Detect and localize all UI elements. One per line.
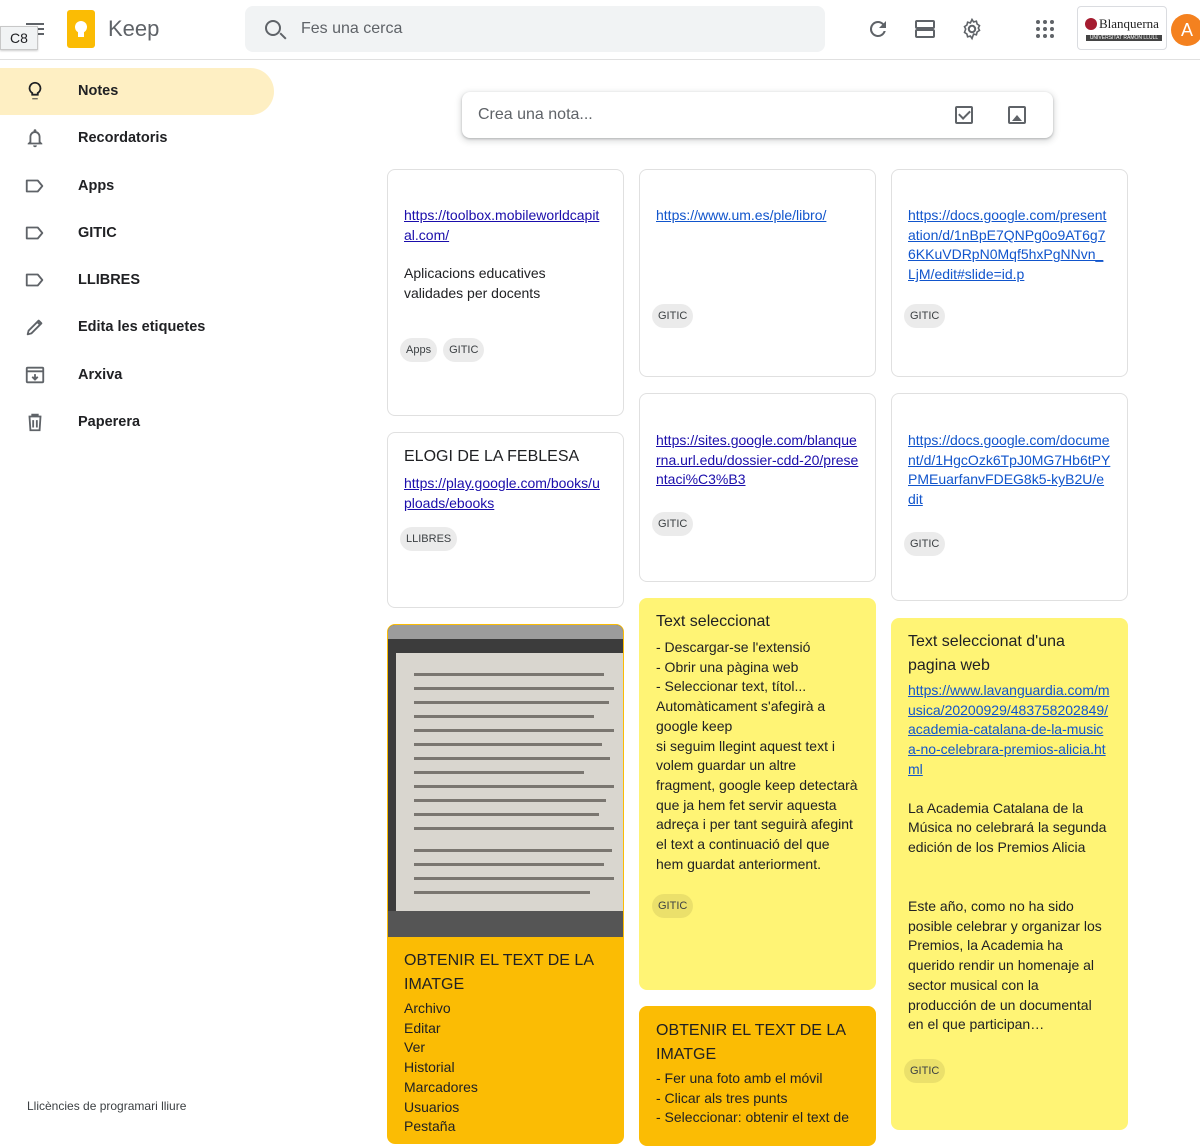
sidebar-item-llibres[interactable]: LLIBRES	[0, 257, 274, 304]
sidebar-item-reminders[interactable]: Recordatoris	[0, 115, 274, 162]
sidebar-item-label: Paperera	[78, 414, 141, 431]
note-card[interactable]: OBTENIR EL TEXT DE LA IMATGE Archivo Edi…	[387, 624, 624, 1144]
label-chip[interactable]: Apps	[400, 337, 438, 362]
photo-newspaper-page	[396, 653, 623, 923]
sidebar-item-apps[interactable]: Apps	[0, 163, 274, 210]
sidebar-item-label: Recordatoris	[78, 130, 168, 147]
note-link[interactable]: https://www.um.es/ple/libro/	[640, 206, 875, 226]
note-body: Archivo Editar Ver Historial Marcadores …	[404, 1000, 478, 1135]
note-link[interactable]: https://toolbox.mobileworldcapital.com/	[388, 206, 623, 245]
note-card[interactable]: OBTENIR EL TEXT DE LA IMATGE - Fer una f…	[639, 1006, 876, 1146]
note-labels: GITIC	[640, 303, 875, 328]
note-link[interactable]: https://sites.google.com/blanquerna.url.…	[640, 431, 875, 490]
note-title: Text seleccionat	[656, 613, 770, 630]
avatar[interactable]: A	[1171, 14, 1200, 46]
note-body: Aplicacions educatives validades per doc…	[404, 265, 546, 302]
organization-logo-icon	[1085, 18, 1097, 30]
label-icon	[25, 179, 44, 193]
label-chip[interactable]: GITIC	[652, 512, 694, 537]
label-chip[interactable]: GITIC	[904, 303, 946, 328]
open-source-licenses-link[interactable]: Llicències de programari lliure	[27, 1099, 186, 1113]
label-chip[interactable]: GITIC	[652, 894, 694, 919]
google-apps-icon[interactable]	[1033, 17, 1057, 41]
bell-icon	[27, 129, 43, 148]
note-labels: LLIBRES	[388, 527, 623, 552]
sidebar-item-label: Edita les etiquetes	[78, 319, 206, 336]
note-body: - Fer una foto amb el móvil - Clicar als…	[656, 1070, 849, 1126]
label-chip[interactable]: GITIC	[904, 531, 946, 556]
note-body: La Academia Catalana de la Música no cel…	[908, 799, 1107, 1033]
note-labels: GITIC	[892, 1058, 1127, 1083]
note-labels: GITIC	[892, 303, 1127, 328]
note-title: OBTENIR EL TEXT DE LA IMATGE	[404, 952, 594, 993]
note-labels: GITIC	[892, 531, 1127, 556]
note-labels: GITIC	[640, 512, 875, 537]
label-chip[interactable]: LLIBRES	[400, 527, 458, 552]
note-link[interactable]: https://play.google.com/books/uploads/eb…	[388, 474, 623, 513]
sidebar-item-notes[interactable]: Notes	[0, 68, 274, 116]
note-link[interactable]: https://docs.google.com/document/d/1HgcO…	[892, 431, 1127, 510]
organization-badge[interactable]: Blanquerna UNIVERSITAT RAMON LLULL	[1077, 6, 1167, 50]
label-chip[interactable]: GITIC	[652, 303, 694, 328]
note-labels: GITIC	[640, 894, 875, 919]
organization-subtitle: UNIVERSITAT RAMON LLULL	[1086, 35, 1162, 41]
keep-logo-icon	[67, 10, 95, 48]
note-card[interactable]: Text seleccionat - Descargar-se l'extens…	[639, 598, 876, 990]
photo-menubar	[388, 625, 623, 639]
gear-icon[interactable]	[960, 17, 984, 41]
note-link[interactable]: https://docs.google.com/presentation/d/1…	[892, 206, 1127, 285]
top-bar: C8 Keep Blanquerna UNIVERSITAT RAMON LLU…	[0, 0, 1200, 60]
sidebar-item-label: LLIBRES	[78, 272, 141, 289]
take-note-input[interactable]	[478, 92, 938, 138]
note-title: OBTENIR EL TEXT DE LA IMATGE	[656, 1022, 846, 1063]
note-card[interactable]: https://docs.google.com/presentation/d/1…	[891, 169, 1128, 377]
archive-icon	[25, 366, 45, 384]
sidebar-item-label: GITIC	[78, 224, 117, 241]
search-bar[interactable]	[245, 6, 825, 52]
note-labels: Apps GITIC	[388, 337, 623, 362]
app-name: Keep	[108, 16, 160, 41]
image-icon[interactable]	[1008, 106, 1026, 124]
photo-dock	[388, 911, 623, 937]
label-chip[interactable]: GITIC	[443, 337, 485, 362]
note-card[interactable]: Text seleccionat d'una pagina web https:…	[891, 618, 1128, 1130]
trash-icon	[28, 413, 42, 432]
search-input[interactable]	[301, 6, 801, 52]
label-icon	[25, 226, 44, 240]
sidebar-item-archive[interactable]: Arxiva	[0, 352, 274, 399]
lightbulb-icon	[28, 81, 42, 100]
take-note-bar[interactable]	[462, 92, 1053, 138]
note-title: ELOGI DE LA FEBLESA	[404, 448, 580, 465]
sidebar-item-edit-labels[interactable]: Edita les etiquetes	[0, 304, 274, 351]
cell-reference-tooltip: C8	[0, 26, 38, 50]
search-icon[interactable]	[265, 20, 281, 36]
note-body: - Descargar-se l'extensió - Obrir una pà…	[656, 639, 858, 872]
label-icon	[25, 273, 44, 287]
sidebar-item-label: Notes	[78, 83, 119, 99]
pencil-icon	[26, 320, 43, 336]
note-link[interactable]: https://www.lavanguardia.com/musica/2020…	[892, 681, 1127, 780]
note-card[interactable]: https://www.um.es/ple/libro/ GITIC	[639, 169, 876, 377]
note-card[interactable]: https://sites.google.com/blanquerna.url.…	[639, 393, 876, 582]
sidebar: Notes Recordatoris Apps GITIC LLIBRES Ed…	[0, 68, 280, 446]
sidebar-item-label: Apps	[78, 177, 115, 194]
sidebar-item-trash[interactable]: Paperera	[0, 399, 274, 446]
list-view-icon[interactable]	[913, 17, 937, 41]
sidebar-item-label: Arxiva	[78, 366, 123, 383]
note-card[interactable]: ELOGI DE LA FEBLESA https://play.google.…	[387, 432, 624, 608]
note-card[interactable]: https://toolbox.mobileworldcapital.com/ …	[387, 169, 624, 416]
checkbox-list-icon[interactable]	[955, 106, 973, 124]
organization-name: Blanquerna	[1099, 16, 1159, 31]
sidebar-item-gitic[interactable]: GITIC	[0, 210, 274, 257]
refresh-icon[interactable]	[866, 17, 890, 41]
note-card[interactable]: https://docs.google.com/document/d/1HgcO…	[891, 393, 1128, 601]
note-image[interactable]	[388, 625, 623, 937]
label-chip[interactable]: GITIC	[904, 1058, 946, 1083]
note-title: Text seleccionat d'una pagina web	[908, 633, 1065, 674]
